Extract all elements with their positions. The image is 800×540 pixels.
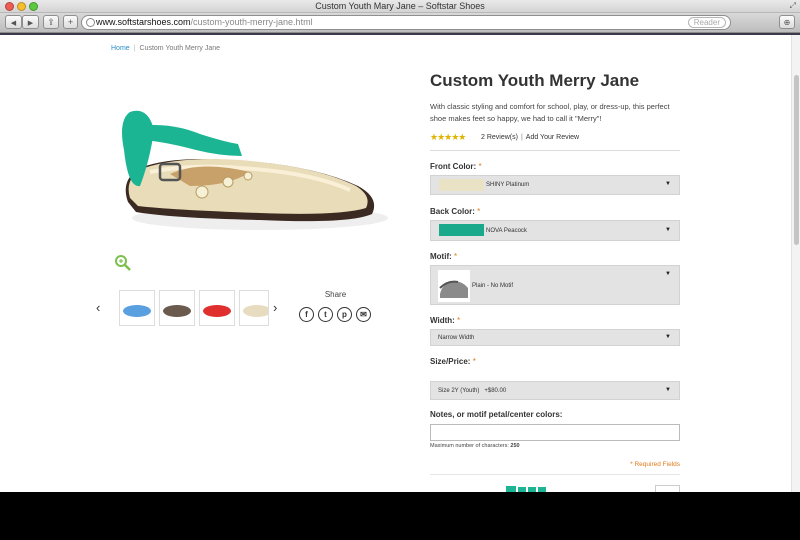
url-path: /custom-youth-merry-jane.html	[190, 17, 313, 27]
thumbnail-shoe-image	[163, 305, 191, 317]
window-title: Custom Youth Mary Jane – Softstar Shoes	[315, 1, 485, 11]
add-review-link[interactable]: Add Your Review	[526, 134, 579, 141]
chevron-down-icon: ▼	[665, 271, 671, 277]
quantity-input[interactable]	[655, 485, 680, 492]
breadcrumb: Home | Custom Youth Merry Jane	[111, 45, 220, 52]
width-value: Narrow Width	[438, 335, 475, 341]
back-icon: ◀	[10, 20, 17, 27]
scrollbar[interactable]	[791, 35, 800, 492]
front-color-label-text: Front Color:	[430, 162, 477, 171]
width-label: Width: *	[430, 316, 460, 325]
forward-icon: ▶	[27, 20, 34, 27]
divider	[430, 150, 680, 151]
downloads-button[interactable]: ⊕	[779, 15, 795, 29]
back-color-value: NOVA Peacock	[486, 228, 527, 234]
title-bar: Custom Youth Mary Jane – Softstar Shoes …	[0, 0, 800, 13]
rating-stars: ★★★★★	[430, 132, 466, 142]
size-price-label: Size/Price: *	[430, 357, 476, 366]
address-bar[interactable]: www.softstarshoes.com/custom-youth-merry…	[81, 15, 731, 30]
motif-select[interactable]: Plain - No Motif ▼	[430, 265, 680, 305]
chevron-down-icon: ▼	[665, 334, 671, 340]
reviews-line: 2 Review(s) | Add Your Review	[481, 134, 579, 141]
back-color-swatch	[439, 224, 484, 236]
facebook-icon[interactable]: f	[299, 307, 314, 322]
email-icon[interactable]: ✉	[356, 307, 371, 322]
breadcrumb-separator: |	[133, 45, 136, 52]
front-color-value: SHINY Platinum	[486, 182, 530, 188]
gallery-thumbnail[interactable]	[159, 290, 195, 326]
browser-toolbar: ◀ ▶ ⇪ + www.softstarshoes.com/custom-you…	[0, 13, 800, 33]
thumbnail-shoe	[243, 305, 268, 317]
thumbnail-shoe	[123, 305, 151, 317]
size-price-value: Size 2Y (Youth) +$80.00	[438, 388, 507, 394]
chevron-down-icon: ▼	[665, 181, 671, 187]
back-color-label: Back Color: *	[430, 207, 480, 216]
breadcrumb-current: Custom Youth Merry Jane	[139, 45, 221, 52]
gallery-thumbnail[interactable]	[239, 290, 269, 326]
gallery-thumbnail[interactable]	[199, 290, 235, 326]
download-icon: ⊕	[783, 18, 791, 27]
back-color-select[interactable]: NOVA Peacock ▼	[430, 220, 680, 241]
pinterest-icon[interactable]: p	[337, 307, 352, 322]
thumbnail-shoe-image	[203, 305, 231, 317]
product-title: Custom Youth Merry Jane	[430, 71, 640, 90]
chevron-down-icon: ▼	[665, 387, 671, 393]
thumbnail-shoe-image	[123, 305, 151, 317]
forward-button[interactable]: ▶	[22, 15, 39, 29]
motif-value: Plain - No Motif	[472, 283, 514, 289]
thumbnail-shoe	[203, 305, 231, 317]
plus-icon: +	[67, 17, 74, 27]
back-button[interactable]: ◀	[5, 15, 22, 29]
required-asterisk: *	[478, 162, 482, 171]
reviews-separator: |	[520, 134, 523, 141]
chevron-down-icon: ▼	[665, 227, 671, 233]
fullscreen-icon[interactable]: ⤢	[790, 1, 796, 11]
zoom-icon[interactable]	[114, 254, 132, 272]
required-asterisk: *	[457, 316, 461, 325]
gallery-thumbnail[interactable]	[119, 290, 155, 326]
gallery-prev-icon[interactable]: ‹	[96, 300, 100, 315]
front-color-swatch	[439, 179, 484, 191]
twitter-icon[interactable]: t	[318, 307, 333, 322]
share-label: Share	[324, 290, 347, 299]
max-characters-value: 250	[510, 443, 520, 449]
share-page-icon: ⇪	[47, 17, 55, 27]
required-asterisk: *	[477, 207, 481, 216]
price-peek	[506, 486, 546, 492]
reader-button[interactable]: Reader	[687, 17, 726, 28]
breadcrumb-home-link[interactable]: Home	[111, 45, 130, 52]
motif-thumbnail-image	[438, 270, 470, 302]
browser-window: Custom Youth Mary Jane – Softstar Shoes …	[0, 0, 800, 492]
share-page-button[interactable]: ⇪	[43, 15, 59, 29]
required-fields-note: * Required Fields	[630, 461, 680, 468]
required-asterisk: *	[472, 357, 476, 366]
max-characters-text: Maximum number of characters:	[430, 443, 509, 449]
back-color-label-text: Back Color:	[430, 207, 475, 216]
width-label-text: Width:	[430, 316, 455, 325]
front-color-select[interactable]: SHINY Platinum ▼	[430, 175, 680, 195]
new-tab-button[interactable]: +	[63, 15, 78, 29]
divider	[430, 474, 680, 475]
scrollbar-thumb[interactable]	[794, 75, 799, 245]
product-description: With classic styling and comfort for sch…	[430, 102, 670, 123]
globe-icon	[86, 18, 95, 27]
toolbar-divider	[0, 33, 800, 35]
front-color-label: Front Color: *	[430, 162, 482, 171]
max-characters-note: Maximum number of characters: 250	[430, 443, 520, 449]
reviews-count-link[interactable]: 2 Review(s)	[481, 134, 518, 141]
product-main-image[interactable]	[110, 90, 390, 240]
size-price-label-text: Size/Price:	[430, 357, 471, 366]
thumbnail-shoe-image	[243, 305, 268, 317]
notes-input[interactable]	[430, 424, 680, 441]
url-host: www.softstarshoes.com	[96, 17, 191, 27]
thumbnail-shoe	[163, 305, 191, 317]
width-select[interactable]: Narrow Width ▼	[430, 329, 680, 346]
motif-label-text: Motif:	[430, 252, 452, 261]
gallery-next-icon[interactable]: ›	[273, 300, 277, 315]
required-asterisk: *	[454, 252, 458, 261]
motif-label: Motif: *	[430, 252, 457, 261]
notes-label: Notes, or motif petal/center colors:	[430, 410, 563, 419]
size-price-select[interactable]: Size 2Y (Youth) +$80.00 ▼	[430, 381, 680, 400]
